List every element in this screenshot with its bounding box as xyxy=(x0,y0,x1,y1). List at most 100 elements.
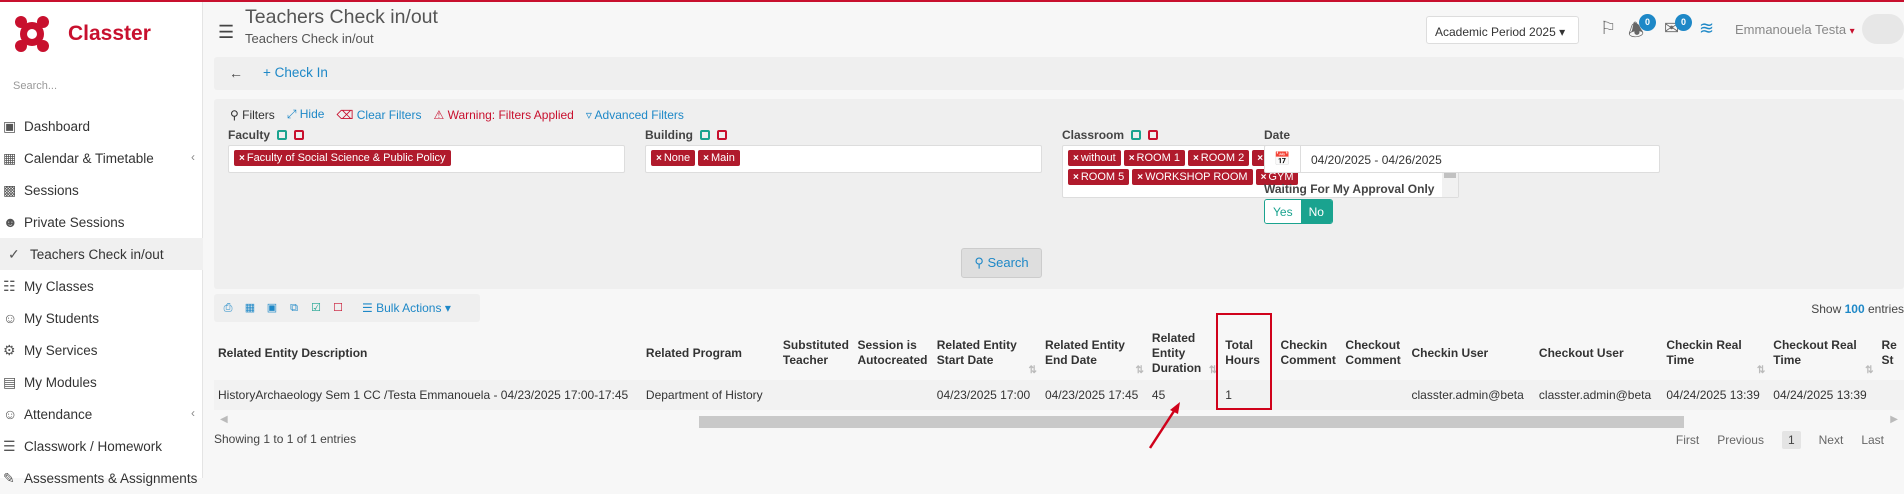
expand-icon: ⤢ xyxy=(286,107,297,121)
pdf-icon[interactable]: ▣ xyxy=(264,300,280,316)
current-page[interactable]: 1 xyxy=(1781,431,1801,449)
flag-icon[interactable]: ⚐ xyxy=(1600,18,1616,39)
table-horizontal-scrollbar[interactable]: ◀ ▶ xyxy=(214,414,1904,428)
academic-period-select[interactable]: Academic Period 2025 ▾ xyxy=(1426,16,1579,44)
column-header[interactable]: Checkin User xyxy=(1408,326,1535,380)
sidebar-item[interactable]: ☰ Classwork / Homework xyxy=(0,430,203,462)
building-select[interactable]: × None × Main xyxy=(645,145,1042,173)
column-header[interactable]: Re St xyxy=(1877,326,1904,380)
user-avatar-toggle[interactable] xyxy=(1862,14,1904,44)
sidebar-item[interactable]: ▤ My Modules xyxy=(0,366,203,398)
classter-logo[interactable] xyxy=(12,12,52,56)
filter-tag[interactable]: × ROOM 1 xyxy=(1123,150,1185,166)
date-range-input[interactable]: 📅 04/20/2025 - 04/26/2025 xyxy=(1264,145,1660,173)
filter-tag[interactable]: × WORKSHOP ROOM xyxy=(1132,169,1253,185)
table-scroll-thumb[interactable] xyxy=(699,416,1684,428)
filter-tag[interactable]: × ROOM 2 xyxy=(1187,150,1250,166)
user-menu[interactable]: Emmanouela Testa ▾ xyxy=(1735,22,1855,37)
column-header[interactable]: Related Entity Start Date ⇅ xyxy=(933,326,1041,380)
remove-tag-icon[interactable]: × xyxy=(1129,153,1135,164)
next-page-link[interactable]: Next xyxy=(1819,433,1844,447)
column-header[interactable]: Checkout Real Time ⇅ xyxy=(1769,326,1877,380)
search-icon: ⚲ xyxy=(974,255,984,270)
column-header[interactable]: Checkout Comment xyxy=(1341,326,1407,380)
remove-tag-icon[interactable]: × xyxy=(703,153,709,164)
select-all-icon[interactable] xyxy=(277,130,288,140)
sidebar-item[interactable]: ✓ Teachers Check in/out xyxy=(0,238,203,270)
remove-tag-icon[interactable]: × xyxy=(1137,172,1143,183)
no-option[interactable]: No xyxy=(1300,200,1332,223)
table-row[interactable]: HistoryArchaeology Sem 1 CC /Testa Emman… xyxy=(214,380,1904,410)
excel-icon[interactable]: ▦ xyxy=(242,300,258,316)
column-header[interactable]: Checkin Comment xyxy=(1277,326,1342,380)
sidebar-item[interactable]: ☻ Private Sessions xyxy=(0,206,203,238)
column-header[interactable]: Checkout User xyxy=(1535,326,1662,380)
previous-page-link[interactable]: Previous xyxy=(1717,433,1764,447)
sidebar-search-input[interactable]: Search... xyxy=(13,80,57,92)
column-header-label: Related Entity Description xyxy=(218,345,368,360)
column-header[interactable]: Substituted Teacher xyxy=(779,326,854,380)
column-header[interactable]: Related Entity Description xyxy=(214,326,642,380)
select-all-rows-icon[interactable]: ☑ xyxy=(308,300,324,316)
copy-icon[interactable]: ⧉ xyxy=(286,300,302,316)
filter-tag-label: Faculty of Social Science & Public Polic… xyxy=(246,152,446,164)
yes-option[interactable]: Yes xyxy=(1265,200,1301,223)
hide-filters-link[interactable]: ⤢ Hide xyxy=(287,107,325,122)
filter-tag[interactable]: × None xyxy=(651,150,696,166)
sidebar-item[interactable]: ⚙ My Services xyxy=(0,334,203,366)
page-size-select[interactable]: 100 xyxy=(1845,302,1865,316)
column-header[interactable]: Session is Autocreated xyxy=(853,326,932,380)
sort-icon: ⇅ xyxy=(1756,365,1766,376)
first-page-link[interactable]: First xyxy=(1676,433,1699,447)
sort-icon: ⇅ xyxy=(1865,365,1874,376)
remove-tag-icon[interactable]: × xyxy=(239,153,245,164)
layers-icon[interactable]: ≋ xyxy=(1699,18,1714,39)
deselect-all-icon[interactable] xyxy=(294,130,305,140)
date-range-value: 04/20/2025 - 04/26/2025 xyxy=(1311,153,1442,167)
table-body: HistoryArchaeology Sem 1 CC /Testa Emman… xyxy=(214,380,1904,410)
sidebar-item[interactable]: ▩ Sessions xyxy=(0,174,203,206)
building-label: Building xyxy=(645,128,727,142)
filter-tag[interactable]: × ROOM 5 xyxy=(1068,169,1130,185)
column-header-label: Checkout Real Time xyxy=(1773,338,1857,367)
deselect-all-icon[interactable] xyxy=(717,130,727,140)
calendar-icon[interactable]: 📅 xyxy=(1265,146,1301,172)
waiting-approval-label: Waiting For My Approval Only xyxy=(1264,182,1435,196)
select-all-icon[interactable] xyxy=(700,130,710,140)
remove-tag-icon[interactable]: × xyxy=(1193,153,1199,164)
select-all-icon[interactable] xyxy=(1131,130,1142,140)
remove-tag-icon[interactable]: × xyxy=(1073,153,1079,164)
sidebar-item[interactable]: ☺ Attendance ‹ xyxy=(0,398,203,430)
check-in-button[interactable]: + Check In xyxy=(263,65,328,80)
deselect-all-icon[interactable] xyxy=(1148,130,1159,140)
scroll-left-icon[interactable]: ◀ xyxy=(220,414,228,425)
remove-tag-icon[interactable]: × xyxy=(1257,153,1263,164)
faculty-select[interactable]: × Faculty of Social Science & Public Poli… xyxy=(228,145,625,173)
sidebar-item[interactable]: ☷ My Classes xyxy=(0,270,203,302)
remove-tag-icon[interactable]: × xyxy=(1073,172,1079,183)
filter-tag[interactable]: × without xyxy=(1068,150,1121,166)
print-icon[interactable]: ⎙ xyxy=(220,300,236,316)
column-header[interactable]: Checkin Real Time ⇅ xyxy=(1662,326,1769,380)
sidebar-item[interactable]: ▣ Dashboard xyxy=(0,110,203,142)
search-button[interactable]: ⚲ Search xyxy=(961,248,1042,278)
back-arrow-icon[interactable]: ← xyxy=(229,65,243,81)
sidebar-item[interactable]: ✎ Assessments & Assignments xyxy=(0,462,203,494)
scroll-right-icon[interactable]: ▶ xyxy=(1890,414,1898,425)
advanced-filters-link[interactable]: ▿ Advanced Filters xyxy=(586,108,684,122)
deselect-all-rows-icon[interactable]: ☐ xyxy=(330,300,346,316)
filter-tag[interactable]: × Main xyxy=(698,150,740,166)
clear-filters-link[interactable]: ⌫ Clear Filters xyxy=(336,108,421,122)
students-icon: ☺ xyxy=(3,310,18,326)
column-header[interactable]: Related Entity End Date ⇅ xyxy=(1041,326,1148,380)
remove-tag-icon[interactable]: × xyxy=(656,153,662,164)
column-header[interactable]: Related Entity Duration ⇅ xyxy=(1148,326,1221,380)
column-header[interactable]: Related Program xyxy=(642,326,779,380)
filter-tag[interactable]: × Faculty of Social Science & Public Poli… xyxy=(234,150,451,166)
book-icon: ▤ xyxy=(3,374,17,390)
sidebar-item[interactable]: ▦ Calendar & Timetable ‹ xyxy=(0,142,203,174)
bulk-actions-dropdown[interactable]: ☰ Bulk Actions ▾ xyxy=(362,301,451,315)
sidebar-item[interactable]: ☺ My Students xyxy=(0,302,203,334)
menu-toggle-icon[interactable]: ☰ xyxy=(218,22,234,43)
last-page-link[interactable]: Last xyxy=(1861,433,1884,447)
